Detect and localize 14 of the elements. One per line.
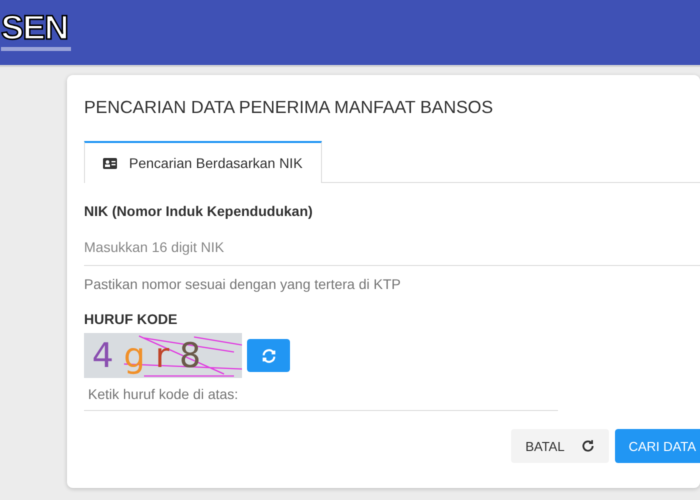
refresh-icon <box>260 348 276 364</box>
nik-input[interactable]: Masukkan 16 digit NIK <box>84 227 700 266</box>
tab[interactable]: Pencarian Berdasarkan NIK <box>84 141 322 183</box>
refresh-captcha-button[interactable] <box>247 339 290 372</box>
logo: SEN <box>1 10 69 44</box>
field-label: HURUF KODE <box>84 311 178 327</box>
id-card-icon <box>103 158 117 168</box>
field-hint: Pastikan nomor sesuai dengan yang tertera di KTP <box>84 276 402 292</box>
page-title: PENCARIAN DATA PENERIMA MANFAAT BANSOS <box>84 97 494 118</box>
field-label: NIK (Nomor Induk Kependudukan) <box>84 203 314 219</box>
captcha-char: 4 <box>92 336 114 376</box>
cancel-button[interactable]: BATAL <box>511 429 609 463</box>
captcha-char: r <box>155 336 170 376</box>
reload-icon <box>580 439 595 453</box>
